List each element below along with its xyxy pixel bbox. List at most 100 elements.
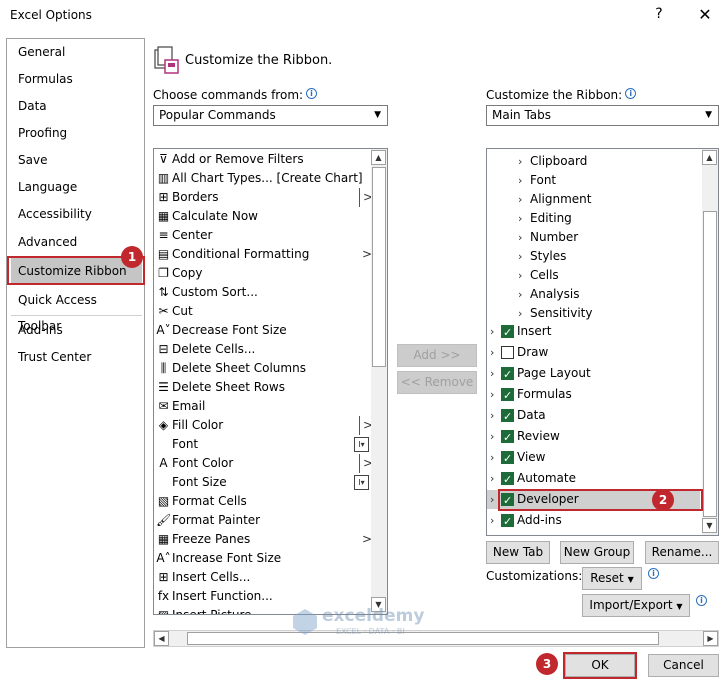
sidebar-item-formulas[interactable]: Formulas	[11, 66, 142, 92]
ribbon-tab-item[interactable]: › Automate	[487, 469, 700, 489]
command-item[interactable]: ⊟ Delete Cells...	[154, 340, 369, 359]
scroll-up-icon[interactable]: ▲	[371, 150, 386, 165]
rename-button[interactable]: Rename...	[645, 541, 719, 564]
command-item[interactable]: ▦ Calculate Now	[154, 207, 369, 226]
expand-chevron-icon[interactable]: ›	[518, 209, 522, 228]
scroll-down-icon[interactable]: ▼	[702, 518, 717, 533]
expand-chevron-icon[interactable]: ›	[490, 364, 494, 383]
new-group-button[interactable]: New Group	[560, 541, 634, 564]
tab-checkbox[interactable]	[501, 428, 514, 447]
ribbon-group-item[interactable]: › Cells	[487, 266, 700, 285]
command-item[interactable]: ⊞ Insert Cells...	[154, 568, 369, 587]
command-item[interactable]: ⊞ Borders >	[154, 188, 373, 207]
command-item[interactable]: ✉ Email	[154, 397, 369, 416]
info-icon[interactable]: i	[648, 568, 659, 579]
tab-checkbox[interactable]	[501, 386, 514, 405]
ribbon-group-item[interactable]: › Alignment	[487, 190, 700, 209]
ribbon-tab-item[interactable]: › Add-ins	[487, 511, 700, 531]
expand-chevron-icon[interactable]: ›	[490, 448, 494, 467]
command-item[interactable]: ▥ All Chart Types... [Create Chart]	[154, 169, 369, 188]
command-item[interactable]: Font I▾	[154, 435, 369, 454]
command-item[interactable]: ▦ Freeze Panes >	[154, 530, 372, 549]
expand-chevron-icon[interactable]: ›	[518, 152, 522, 171]
commands-list[interactable]: ⊽ Add or Remove Filters ▥ All Chart Types..…	[153, 148, 388, 615]
scroll-thumb[interactable]	[703, 211, 717, 517]
remove-button[interactable]: << Remove	[397, 371, 477, 394]
command-item[interactable]: ⊽ Add or Remove Filters	[154, 150, 369, 169]
commands-scrollbar[interactable]: ▲ ▼	[371, 149, 387, 614]
info-icon[interactable]: i	[696, 595, 707, 606]
sidebar-item-language[interactable]: Language	[11, 174, 142, 200]
sidebar-item-save[interactable]: Save	[11, 147, 142, 173]
expand-chevron-icon[interactable]: ›	[518, 285, 522, 304]
ribbon-group-item[interactable]: › Clipboard	[487, 152, 700, 171]
ribbon-tree-scrollbar[interactable]: ▲ ▼	[702, 149, 718, 535]
command-item[interactable]: Font Size I▾	[154, 473, 369, 492]
help-icon[interactable]: ?	[648, 6, 670, 26]
ribbon-group-item[interactable]: › Editing	[487, 209, 700, 228]
cancel-button[interactable]: Cancel	[648, 654, 719, 677]
choose-commands-dropdown[interactable]: Popular Commands ▼	[153, 105, 388, 126]
command-item[interactable]: ⫼ Delete Sheet Columns	[154, 359, 369, 378]
scroll-right-icon[interactable]: ▶	[703, 631, 718, 646]
expand-chevron-icon[interactable]: ›	[490, 322, 494, 341]
add-button[interactable]: Add >>	[397, 344, 477, 367]
ribbon-tab-item[interactable]: › Insert	[487, 322, 700, 342]
info-icon[interactable]: i	[306, 88, 318, 99]
expand-chevron-icon[interactable]: ›	[490, 343, 494, 362]
tab-checkbox[interactable]	[501, 323, 514, 342]
command-item[interactable]: ▧ Format Cells	[154, 492, 369, 511]
ribbon-tab-item[interactable]: › Data	[487, 406, 700, 426]
command-item[interactable]: ▤ Conditional Formatting >	[154, 245, 372, 264]
tab-checkbox[interactable]	[501, 407, 514, 426]
expand-chevron-icon[interactable]: ›	[490, 385, 494, 404]
expand-chevron-icon[interactable]: ›	[490, 406, 494, 425]
import-export-button[interactable]: Import/Export ▼	[582, 594, 690, 617]
expand-chevron-icon[interactable]: ›	[518, 171, 522, 190]
tab-checkbox[interactable]	[501, 346, 514, 359]
expand-chevron-icon[interactable]: ›	[490, 490, 494, 509]
command-item[interactable]: ⇅ Custom Sort...	[154, 283, 369, 302]
expand-chevron-icon[interactable]: ›	[518, 190, 522, 209]
sidebar-item-accessibility[interactable]: Accessibility	[11, 201, 142, 227]
tab-checkbox[interactable]	[501, 470, 514, 489]
ribbon-tab-item[interactable]: › Page Layout	[487, 364, 700, 384]
tab-checkbox[interactable]	[501, 365, 514, 384]
command-item[interactable]: ◈ Fill Color >	[154, 416, 373, 435]
info-icon[interactable]: i	[625, 88, 637, 99]
sidebar-item-proofing[interactable]: Proofing	[11, 120, 142, 146]
expand-chevron-icon[interactable]: ›	[490, 427, 494, 446]
sidebar-item-general[interactable]: General	[11, 39, 142, 65]
sidebar-item-add-ins[interactable]: Add-ins	[11, 317, 142, 343]
scroll-left-icon[interactable]: ◀	[154, 631, 169, 646]
tab-checkbox[interactable]	[501, 449, 514, 468]
scroll-thumb[interactable]	[372, 167, 386, 367]
customize-ribbon-dropdown[interactable]: Main Tabs ▼	[486, 105, 719, 126]
command-item[interactable]: ✂ Cut	[154, 302, 369, 321]
ribbon-group-item[interactable]: › Font	[487, 171, 700, 190]
ribbon-group-item[interactable]: › Analysis	[487, 285, 700, 304]
ribbon-tab-item[interactable]: › Formulas	[487, 385, 700, 405]
scroll-up-icon[interactable]: ▲	[702, 150, 717, 165]
expand-chevron-icon[interactable]: ›	[490, 469, 494, 488]
command-item[interactable]: ❐ Copy	[154, 264, 369, 283]
expand-chevron-icon[interactable]: ›	[490, 511, 494, 530]
command-item[interactable]: ≡ Center	[154, 226, 369, 245]
reset-button[interactable]: Reset ▼	[582, 567, 642, 590]
command-item[interactable]: A˅ Decrease Font Size	[154, 321, 369, 340]
ribbon-tab-item[interactable]: › View	[487, 448, 700, 468]
expand-chevron-icon[interactable]: ›	[518, 228, 522, 247]
close-icon[interactable]: ✕	[693, 5, 717, 27]
command-item[interactable]: ☰ Delete Sheet Rows	[154, 378, 369, 397]
ribbon-tab-item[interactable]: › Draw	[487, 343, 700, 362]
command-item[interactable]: 🖌 Format Painter	[154, 511, 369, 530]
command-item[interactable]: fx Insert Function...	[154, 587, 369, 606]
expand-chevron-icon[interactable]: ›	[518, 247, 522, 266]
tab-checkbox[interactable]	[501, 512, 514, 531]
command-item[interactable]: A˄ Increase Font Size	[154, 549, 369, 568]
expand-chevron-icon[interactable]: ›	[518, 304, 522, 323]
ribbon-group-item[interactable]: › Number	[487, 228, 700, 247]
sidebar-item-quick-access-toolbar[interactable]: Quick Access Toolbar	[11, 287, 142, 333]
expand-chevron-icon[interactable]: ›	[518, 266, 522, 285]
sidebar-item-data[interactable]: Data	[11, 93, 142, 119]
